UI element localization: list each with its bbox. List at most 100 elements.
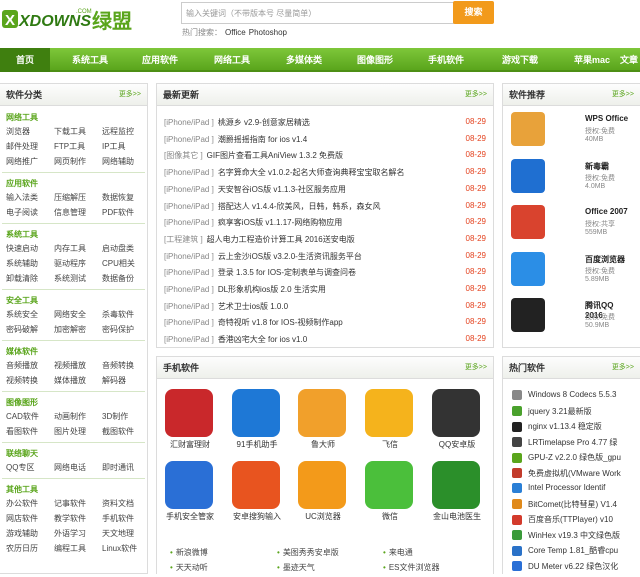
category-link[interactable]: 网络推广 [6,156,38,167]
category-link[interactable]: 网络电话 [54,462,86,473]
mobile-app-name[interactable]: UC浏览器 [290,511,356,522]
hot-software-item[interactable]: BitComet(比特彗星) V1.4 [512,499,632,515]
category-link[interactable]: 动画制作 [54,411,86,422]
category-link[interactable]: 杀毒软件 [102,309,134,320]
category-heading[interactable]: 联络聊天 [6,448,38,459]
category-link[interactable]: 音频播放 [6,360,38,371]
hot-search-item[interactable]: Photoshop [249,28,287,37]
category-link[interactable]: 图片处理 [54,426,86,437]
nav-mobile[interactable]: 手机软件 [416,48,476,72]
search-button[interactable]: 搜索 [453,1,494,24]
latest-row[interactable]: [iPhone/iPad ] 香港凶宅大全 for ios v1.0 08-29 [164,334,486,350]
category-link[interactable]: 农历日历 [6,543,38,554]
category-link[interactable]: 驱动程序 [54,258,86,269]
latest-row[interactable]: [iPhone/iPad ] 天安智谷iOS版 v1.1.3-社区服务应用 08-2… [164,184,486,200]
latest-row-category[interactable]: [iPhone/iPad ] [164,202,214,211]
category-link[interactable]: IP工具 [102,141,126,152]
category-link[interactable]: 快速启动 [6,243,38,254]
latest-row-title[interactable]: 云上金沙iOS版 v3.2.0-生活资讯服务平台 [218,252,362,261]
hot-software-name[interactable]: jquery 3.21最新版 [528,407,592,416]
latest-row[interactable]: [iPhone/iPad ] DL形象机构ios版 2.0 生活实用 08-29 [164,284,486,300]
category-link[interactable]: 卸载清除 [6,273,38,284]
mobile-app-name[interactable]: 手机安全管家 [157,511,223,522]
latest-row[interactable]: [iPhone/iPad ] 搭配达人 v1.4.4-欣美风，日韩，韩系，森女风 0… [164,201,486,217]
category-link[interactable]: Linux软件 [102,543,137,554]
mobile-app-name[interactable]: 安卓搜狗输入 [224,511,290,522]
category-link[interactable]: PDF软件 [102,207,134,218]
mobile-bottom-link[interactable]: 墨迹天气 [277,562,315,573]
mobile-app-name[interactable]: 汇财富理财 [157,439,223,450]
mobile-app-name[interactable]: QQ安卓版 [424,439,490,450]
category-link[interactable]: 教学软件 [54,513,86,524]
category-link[interactable]: 记事软件 [54,498,86,509]
category-link[interactable]: 截图软件 [102,426,134,437]
nav-multimedia[interactable]: 多媒体类 [274,48,334,72]
category-link[interactable]: 看图软件 [6,426,38,437]
category-more-link[interactable]: 更多>> [119,84,141,106]
hot-search-item[interactable]: Office [225,28,246,37]
category-link[interactable]: 密码破解 [6,324,38,335]
recommended-item[interactable]: 百度浏览器 授权:免费 5.89MB [511,251,631,294]
hot-software-name[interactable]: 百度音乐(TTPlayer) v10 [528,515,613,524]
hot-software-item[interactable]: 百度音乐(TTPlayer) v10 [512,514,632,530]
hot-software-name[interactable]: GPU-Z v2.2.0 绿色版_gpu [528,453,621,462]
hot-software-item[interactable]: 免费虚拟机(VMware Work [512,468,632,484]
latest-row-title[interactable]: 香港凶宅大全 for ios v1.0 [218,335,307,344]
latest-row-category[interactable]: [iPhone/iPad ] [164,335,214,344]
mobile-bottom-link[interactable]: 天天动听 [170,562,208,573]
category-link[interactable]: 启动盘类 [102,243,134,254]
recommended-name[interactable]: 新毒霸 [585,161,609,172]
latest-row[interactable]: [iPhone/iPad ] 云上金沙iOS版 v3.2.0-生活资讯服务平台 08… [164,251,486,267]
category-heading[interactable]: 图像图形 [6,397,38,408]
mobile-bottom-link[interactable]: 美图秀秀安卓版 [277,547,339,558]
hot-software-item[interactable]: LRTimelapse Pro 4.77 绿 [512,437,632,453]
latest-row-category[interactable]: [iPhone/iPad ] [164,252,214,261]
latest-row-category[interactable]: [iPhone/iPad ] [164,302,214,311]
recommended-item[interactable]: 腾讯QQ 2016 授权:免费 50.9MB [511,298,631,340]
category-heading[interactable]: 媒体软件 [6,346,38,357]
latest-row-category[interactable]: [iPhone/iPad ] [164,185,214,194]
latest-row[interactable]: [图像其它 ] GIF图片查看工具AniView 1.3.2 免费版 08-29 [164,150,486,166]
latest-row-category[interactable]: [iPhone/iPad ] [164,135,214,144]
category-link[interactable]: 3D制作 [102,411,128,422]
hot-software-name[interactable]: WinHex v19.3 中文绿色版 [528,531,620,540]
latest-row-title[interactable]: 艺术卫士ios版 1.0.0 [218,302,288,311]
nav-games[interactable]: 游戏下载 [490,48,550,72]
latest-row-category[interactable]: [iPhone/iPad ] [164,285,214,294]
category-link[interactable]: 内存工具 [54,243,86,254]
category-link[interactable]: 资料文档 [102,498,134,509]
category-link[interactable]: 游戏辅助 [6,528,38,539]
mobile-app[interactable]: 安卓搜狗输入 [224,461,290,521]
hot-software-name[interactable]: nginx v1.13.4 稳定版 [528,422,602,431]
hot-software-name[interactable]: Windows 8 Codecs 5.5.3 [528,390,617,399]
latest-row-category[interactable]: [iPhone/iPad ] [164,318,214,327]
hot-software-item[interactable]: GPU-Z v2.2.0 绿色版_gpu [512,452,632,468]
latest-row-title[interactable]: GIF图片查看工具AniView 1.3.2 免费版 [207,151,343,160]
latest-row[interactable]: [iPhone/iPad ] 艺术卫士ios版 1.0.0 08-29 [164,301,486,317]
hot-software-name[interactable]: Core Temp 1.81_酷睿cpu [528,546,618,555]
mobile-app-name[interactable]: 金山电池医生 [424,511,490,522]
mobile-app[interactable]: UC浏览器 [290,461,356,521]
category-link[interactable]: 密码保护 [102,324,134,335]
mobile-app[interactable]: 91手机助手 [224,389,290,449]
category-link[interactable]: QQ专区 [6,462,34,473]
mobile-app-name[interactable]: 91手机助手 [224,439,290,450]
category-link[interactable]: 加密解密 [54,324,86,335]
latest-row[interactable]: [iPhone/iPad ] 潮爵摇摇指南 for ios v1.4 08-29 [164,134,486,150]
category-link[interactable]: FTP工具 [54,141,85,152]
category-link[interactable]: 手机软件 [102,513,134,524]
category-heading[interactable]: 安全工具 [6,295,38,306]
category-link[interactable]: 系统安全 [6,309,38,320]
latest-row-title[interactable]: 超人电力工程造价计算工具 2016送安电版 [207,235,355,244]
mobile-more-link[interactable]: 更多>> [465,357,487,379]
hot-software-name[interactable]: BitComet(比特彗星) V1.4 [528,500,617,509]
latest-row[interactable]: [工程建筑 ] 超人电力工程造价计算工具 2016送安电版 08-29 [164,234,486,250]
latest-row-title[interactable]: 名字算命大全 v1.0.2-起名大师查询典释宝宝取名解名 [218,168,405,177]
latest-row-title[interactable]: 登录 1.3.5 for IOS-定制表单与调查问卷 [218,268,356,277]
category-link[interactable]: 电子阅读 [6,207,38,218]
category-link[interactable]: 数据恢复 [102,192,134,203]
category-link[interactable]: 天文地理 [102,528,134,539]
category-link[interactable]: 系统辅助 [6,258,38,269]
category-link[interactable]: 编程工具 [54,543,86,554]
latest-row[interactable]: [iPhone/iPad ] 登录 1.3.5 for IOS-定制表单与调查问卷… [164,267,486,283]
